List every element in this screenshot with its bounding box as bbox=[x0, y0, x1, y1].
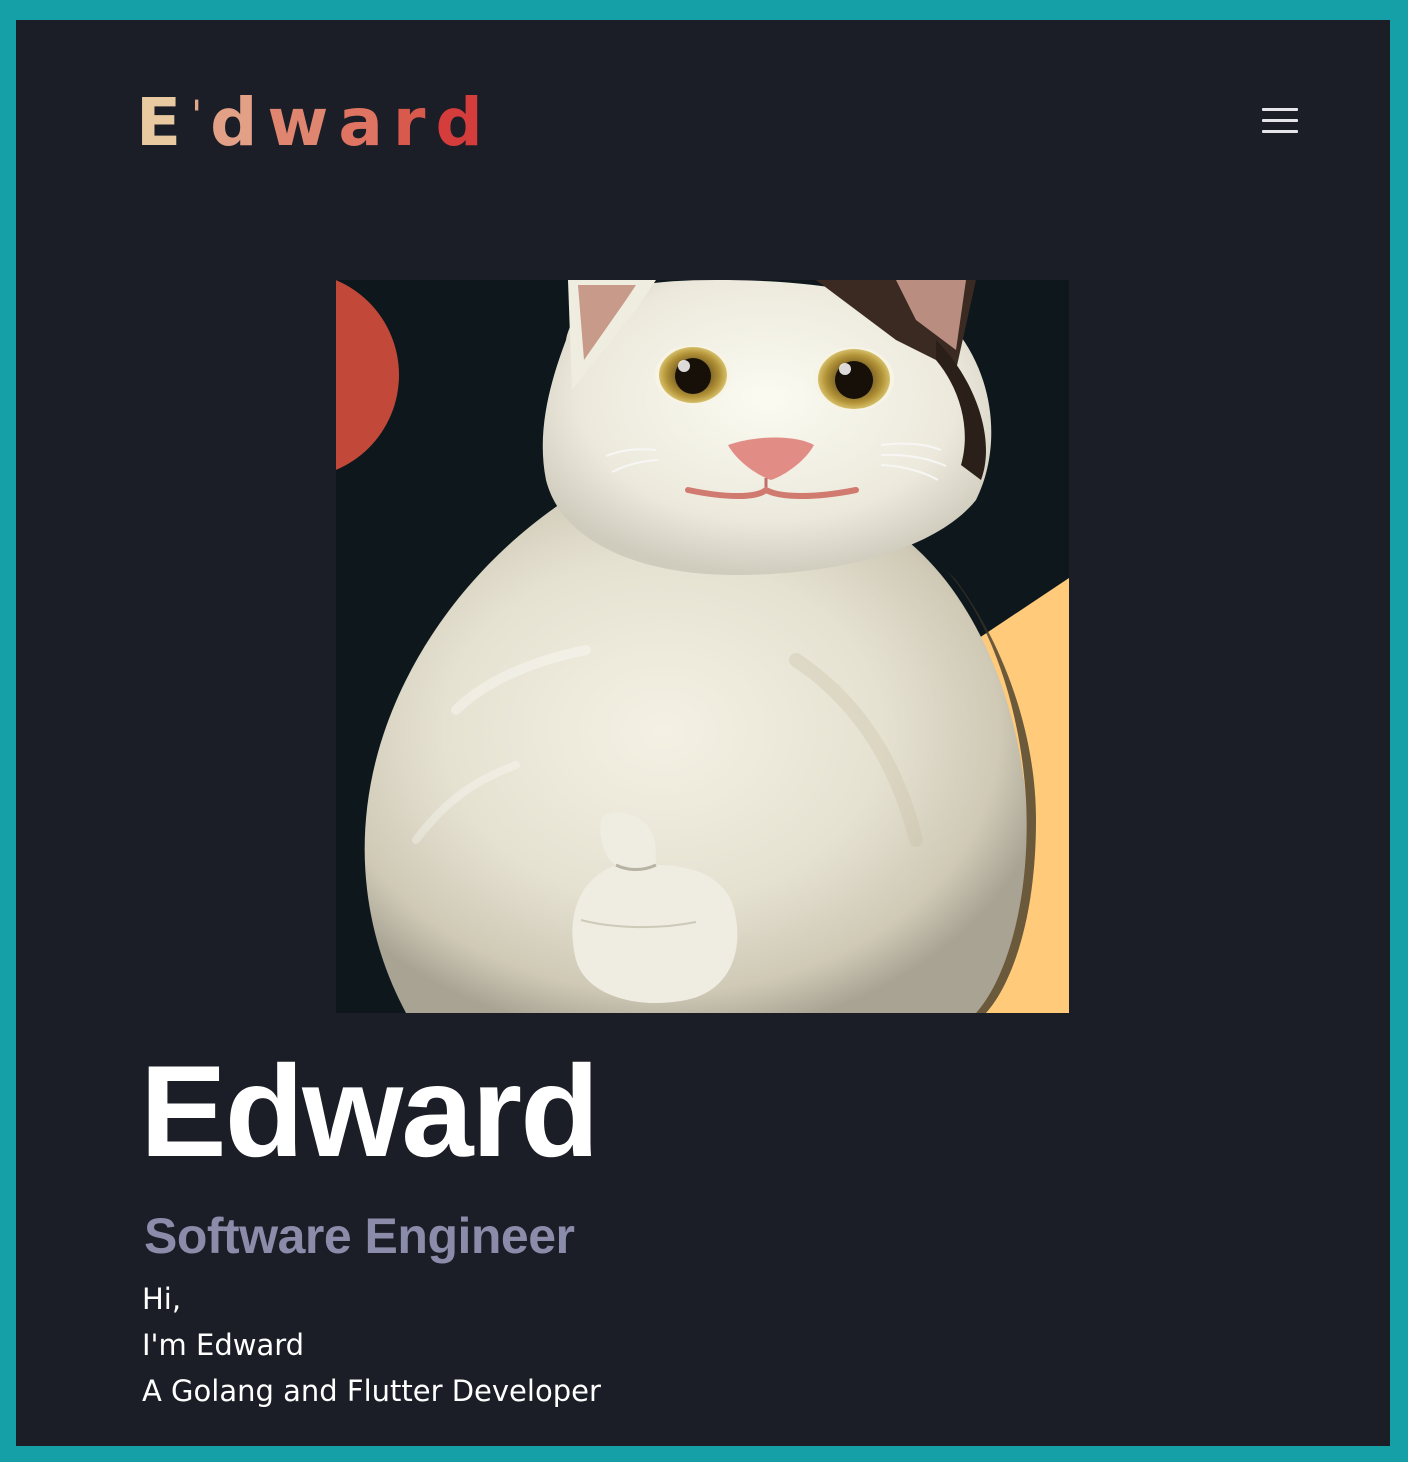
hamburger-menu-icon[interactable] bbox=[1256, 104, 1304, 140]
menu-bar bbox=[1262, 130, 1298, 133]
logo-letter: w bbox=[267, 84, 329, 161]
profile-name: Edward bbox=[140, 1038, 600, 1184]
menu-bar bbox=[1262, 108, 1298, 111]
profile-role: Software Engineer bbox=[144, 1208, 575, 1264]
logo-letter: a bbox=[338, 84, 383, 161]
logo-letter: ' bbox=[191, 93, 203, 139]
logo-letter: d bbox=[210, 84, 258, 161]
intro-line: A Golang and Flutter Developer bbox=[142, 1374, 601, 1408]
logo-letter: r bbox=[392, 84, 426, 161]
intro-line: Hi, bbox=[142, 1282, 182, 1316]
logo-letter: d bbox=[435, 84, 483, 161]
profile-intro: Hi, I'm Edward A Golang and Flutter Deve… bbox=[142, 1276, 601, 1414]
menu-bar bbox=[1262, 119, 1298, 122]
intro-line: I'm Edward bbox=[142, 1328, 305, 1362]
logo-letter: E bbox=[136, 84, 182, 161]
site-logo[interactable]: E ' d w a r d bbox=[136, 86, 493, 156]
hero-cat-image bbox=[336, 280, 1069, 1013]
app-screen: E ' d w a r d Edward Software Engineer H… bbox=[16, 20, 1390, 1446]
